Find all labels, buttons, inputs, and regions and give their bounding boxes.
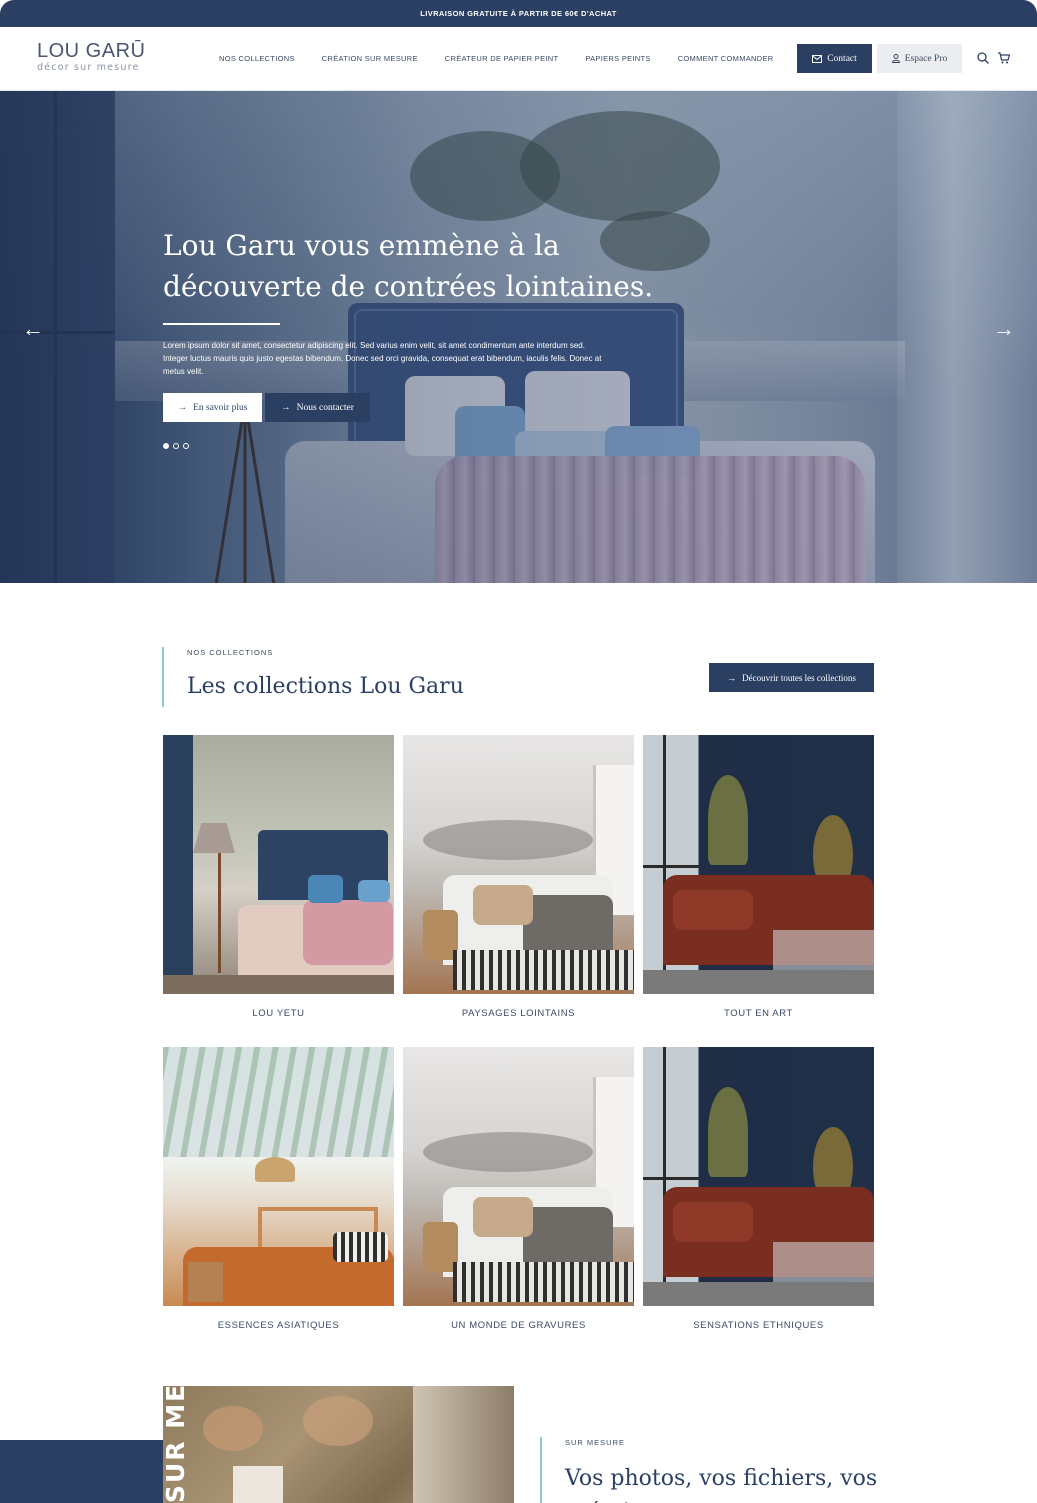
- collection-card-sensations-ethniques[interactable]: SENSATIONS ETHNIQUES: [643, 1047, 874, 1331]
- collection-image: [163, 1047, 394, 1306]
- collections-kicker: NOS COLLECTIONS: [187, 648, 274, 657]
- collection-image: [403, 1047, 634, 1306]
- hero-divider: [163, 323, 280, 325]
- collection-name: ESSENCES ASIATIQUES: [217, 1320, 340, 1331]
- user-icon: [891, 54, 900, 63]
- hero-slider: Lou Garu vous emmène à la découverte de …: [0, 91, 1037, 583]
- learn-more-button[interactable]: → En savoir plus: [163, 393, 262, 422]
- arrow-right-icon: →: [281, 402, 291, 413]
- hero-title: Lou Garu vous emmène à la découverte de …: [163, 229, 654, 303]
- next-slide-arrow-icon[interactable]: →: [993, 318, 1015, 340]
- collection-name: UN MONDE DE GRAVURES: [451, 1320, 586, 1331]
- collection-image: [643, 735, 874, 994]
- page: LIVRAISON GRATUITE À PARTIR DE 60€ D'ACH…: [0, 0, 1037, 1503]
- hero-text: Lorem ipsum dolor sit amet, consectetur …: [163, 341, 602, 376]
- sur-mesure-title: Vos photos, vos fichiers, vos créations: [565, 1466, 878, 1503]
- logo-name: LOU GARŪ: [37, 40, 146, 62]
- vertical-text-label: SUR ME: [163, 1386, 185, 1503]
- arrow-right-icon: →: [727, 672, 737, 683]
- contact-button[interactable]: Contact: [797, 44, 872, 73]
- nav-item-papiers[interactable]: PAPIERS PEINTS: [585, 54, 650, 63]
- collection-name: PAYSAGES LOINTAINS: [461, 1008, 576, 1019]
- collection-card-tout-en-art[interactable]: TOUT EN ART: [643, 735, 874, 1019]
- slider-dots: [163, 443, 189, 449]
- section-accent-bar: [162, 647, 164, 707]
- slider-dot-2[interactable]: [173, 443, 179, 449]
- collection-name: LOU YETU: [252, 1008, 305, 1019]
- logo-tagline: décor sur mesure: [37, 62, 140, 73]
- contact-us-label: Nous contacter: [296, 402, 354, 413]
- arrow-right-icon: →: [177, 402, 188, 413]
- nav-item-creation[interactable]: CRÉATION SUR MESURE: [322, 54, 418, 63]
- all-collections-label: Découvrir toutes les collections: [742, 672, 856, 683]
- contact-button-label: Contact: [827, 53, 857, 64]
- vertical-sur-mesure-text: SUR ME: [163, 1386, 185, 1503]
- collection-image: [163, 735, 394, 994]
- collection-card-paysages-lointains[interactable]: PAYSAGES LOINTAINS: [403, 735, 634, 1019]
- slider-dot-3[interactable]: [183, 443, 189, 449]
- mail-icon: [812, 54, 823, 63]
- section-accent-bar: [540, 1437, 542, 1503]
- contact-us-button[interactable]: → Nous contacter: [265, 393, 370, 422]
- sur-mesure-kicker: SUR MESURE: [565, 1438, 626, 1447]
- espace-pro-button[interactable]: Espace Pro: [877, 44, 962, 73]
- nav-item-commander[interactable]: COMMENT COMMANDER: [678, 54, 774, 63]
- sur-mesure-navy-block: [0, 1440, 163, 1503]
- collections-title: Les collections Lou Garu: [187, 674, 464, 699]
- hero-overlay: [0, 91, 1037, 583]
- search-icon[interactable]: [976, 51, 990, 65]
- collection-image: [403, 735, 634, 994]
- site-header: LOU GARŪ décor sur mesure NOS COLLECTION…: [0, 27, 1037, 91]
- main-nav: NOS COLLECTIONS CRÉATION SUR MESURE CRÉA…: [219, 54, 801, 63]
- collection-name: TOUT EN ART: [724, 1008, 793, 1019]
- sur-mesure-image: [163, 1386, 514, 1503]
- shipping-banner: LIVRAISON GRATUITE À PARTIR DE 60€ D'ACH…: [0, 0, 1037, 27]
- collection-card-un-monde-de-gravures[interactable]: UN MONDE DE GRAVURES: [403, 1047, 634, 1331]
- collection-image: [643, 1047, 874, 1306]
- prev-slide-arrow-icon[interactable]: ←: [22, 318, 44, 340]
- slider-dot-1[interactable]: [163, 443, 169, 449]
- collection-card-lou-yetu[interactable]: LOU YETU: [163, 735, 394, 1019]
- logo[interactable]: LOU GARŪ décor sur mesure: [37, 41, 145, 74]
- collection-name: SENSATIONS ETHNIQUES: [693, 1320, 824, 1331]
- cart-icon[interactable]: [997, 51, 1011, 65]
- nav-item-collections[interactable]: NOS COLLECTIONS: [219, 54, 295, 63]
- all-collections-button[interactable]: → Découvrir toutes les collections: [709, 663, 874, 692]
- collection-card-essences-asiatiques[interactable]: ESSENCES ASIATIQUES: [163, 1047, 394, 1331]
- espace-pro-label: Espace Pro: [904, 53, 948, 64]
- nav-item-createur[interactable]: CRÉATEUR DE PAPIER PEINT: [445, 54, 559, 63]
- learn-more-label: En savoir plus: [193, 402, 248, 413]
